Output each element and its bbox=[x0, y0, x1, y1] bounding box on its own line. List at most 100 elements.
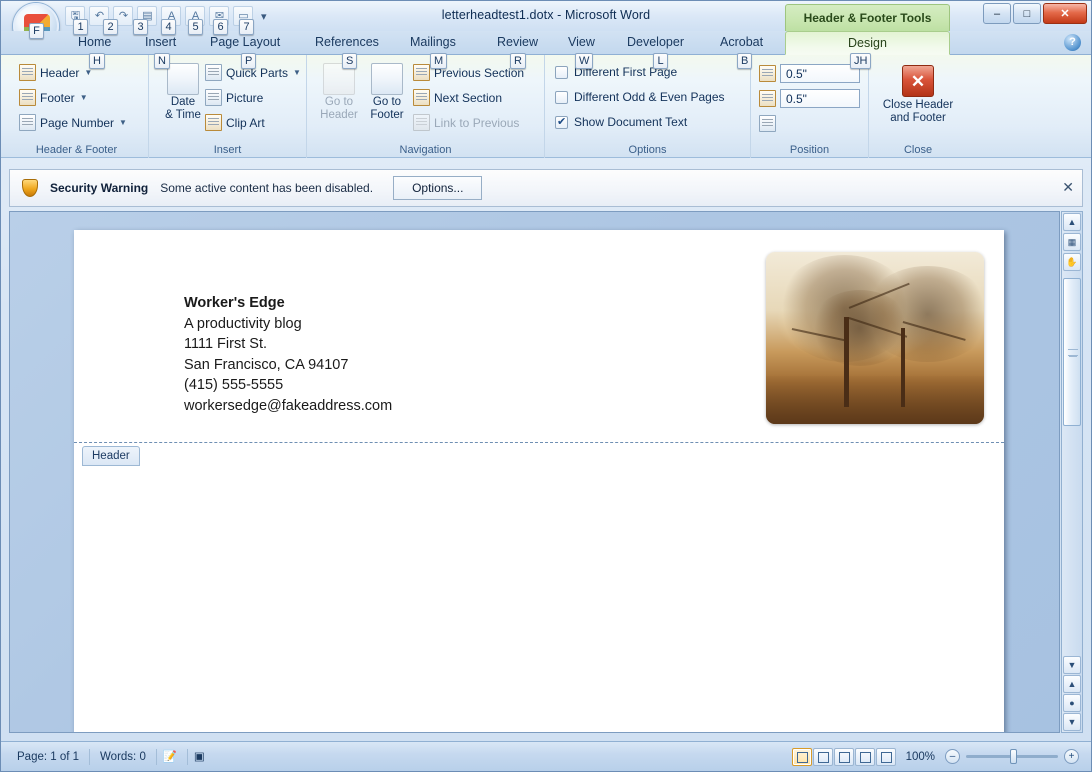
go-to-footer-button[interactable]: Go to Footer bbox=[359, 63, 415, 122]
next-section-button[interactable]: Next Section bbox=[413, 89, 502, 106]
security-warning-bar: Security Warning Some active content has… bbox=[9, 169, 1083, 207]
contextual-tab-title: Header & Footer Tools bbox=[785, 4, 950, 31]
keytip-tab-acrobat: B bbox=[737, 53, 753, 69]
customize-qat-icon[interactable]: ▾ bbox=[261, 10, 267, 23]
scrollbar-thumb[interactable] bbox=[1063, 278, 1081, 426]
zoom-in-button[interactable]: + bbox=[1064, 749, 1079, 764]
checkbox-checked-icon bbox=[555, 115, 568, 129]
tab-mailings[interactable]: Mailings bbox=[401, 31, 465, 55]
ribbon-group-position: 0.5" 0.5" Position bbox=[751, 55, 869, 158]
link-to-previous-label: Link to Previous bbox=[434, 115, 520, 130]
scroll-down-button[interactable]: ▼ bbox=[1063, 656, 1081, 674]
tree-trunk bbox=[844, 317, 850, 407]
zoom-out-button[interactable]: – bbox=[945, 749, 960, 764]
footer-from-bottom-stepper[interactable]: 0.5" bbox=[759, 89, 860, 108]
page-number-button[interactable]: Page Number ▼ bbox=[19, 114, 127, 131]
quick-parts-label: Quick Parts bbox=[226, 65, 289, 80]
keytip-tab-view: W bbox=[575, 53, 594, 69]
tab-references[interactable]: References bbox=[306, 31, 388, 55]
select-browse-object-button[interactable]: ● bbox=[1063, 694, 1081, 712]
footer-icon bbox=[19, 89, 36, 106]
zoom-slider-thumb[interactable] bbox=[1010, 749, 1017, 764]
tab-review[interactable]: Review bbox=[488, 31, 547, 55]
date-and-time-button[interactable]: Date & Time bbox=[155, 63, 211, 122]
chevron-down-icon: ▼ bbox=[119, 118, 127, 127]
footer-from-bottom-icon bbox=[759, 90, 776, 107]
header-button[interactable]: Header ▼ bbox=[19, 64, 92, 81]
header-from-top-stepper[interactable]: 0.5" bbox=[759, 64, 860, 83]
view-outline-button[interactable] bbox=[854, 747, 875, 766]
footer-button-label: Footer bbox=[40, 90, 75, 105]
view-print-layout-button[interactable] bbox=[791, 747, 812, 766]
security-bar-close-icon[interactable]: ✕ bbox=[1062, 179, 1074, 196]
header-from-top-value[interactable]: 0.5" bbox=[780, 64, 860, 83]
maximize-button[interactable]: □ bbox=[1013, 3, 1041, 24]
picture-label: Picture bbox=[226, 90, 264, 105]
clip-art-button[interactable]: Clip Art bbox=[205, 114, 265, 131]
letterhead-line-4: San Francisco, CA 94107 bbox=[184, 356, 349, 373]
tab-view[interactable]: View bbox=[559, 31, 604, 55]
tree-trunk bbox=[901, 327, 906, 407]
keytip-tab-references: S bbox=[342, 53, 358, 69]
status-divider bbox=[186, 748, 188, 765]
page-indicator[interactable]: Page: 1 of 1 bbox=[7, 751, 89, 763]
zoom-control: – + bbox=[945, 749, 1085, 764]
view-buttons bbox=[791, 747, 896, 766]
keytip-qat-4: 4 bbox=[161, 19, 176, 35]
help-icon[interactable]: ? bbox=[1064, 34, 1081, 51]
link-to-previous-button[interactable]: Link to Previous bbox=[413, 114, 519, 131]
word-count[interactable]: Words: 0 bbox=[90, 751, 156, 763]
scrollbar-track[interactable] bbox=[1063, 426, 1081, 674]
keytip-qat-1: 1 bbox=[73, 19, 88, 35]
next-page-button[interactable]: ▼ bbox=[1063, 713, 1081, 731]
letterhead-line-6: workersedge@fakeaddress.com bbox=[184, 397, 393, 414]
hand-icon[interactable]: ✋ bbox=[1063, 253, 1081, 271]
tab-developer[interactable]: Developer bbox=[618, 31, 693, 55]
keytip-tab-developer: L bbox=[653, 53, 668, 69]
different-odd-even-checkbox[interactable]: Different Odd & Even Pages bbox=[555, 90, 725, 104]
group-title-close: Close bbox=[903, 144, 933, 156]
letterhead-line-5: (415) 555-5555 bbox=[184, 377, 284, 393]
minimize-button[interactable]: – bbox=[983, 3, 1011, 24]
go-to-footer-label-1: Go to bbox=[372, 96, 402, 108]
document-page[interactable]: Worker's Edge A productivity blog 1111 F… bbox=[74, 230, 1004, 732]
document-canvas[interactable]: Worker's Edge A productivity blog 1111 F… bbox=[9, 211, 1060, 733]
keytip-qat-2: 2 bbox=[103, 19, 118, 35]
proofing-errors-icon[interactable]: 📝 bbox=[163, 749, 181, 765]
footer-button[interactable]: Footer ▼ bbox=[19, 89, 88, 106]
footer-from-bottom-value[interactable]: 0.5" bbox=[780, 89, 860, 108]
zoom-slider[interactable] bbox=[966, 749, 1058, 764]
macro-record-icon[interactable]: ▣ bbox=[194, 749, 212, 765]
tab-acrobat[interactable]: Acrobat bbox=[711, 31, 772, 55]
picture-button[interactable]: Picture bbox=[205, 89, 263, 106]
word-window: letterheadtest1.dotx - Microsoft Word He… bbox=[0, 0, 1092, 772]
tab-design[interactable]: Design bbox=[785, 31, 950, 55]
group-title-navigation: Navigation bbox=[399, 144, 452, 156]
keytip-tab-mailings: M bbox=[430, 53, 448, 69]
header-boundary-line bbox=[74, 442, 1004, 443]
ribbon-group-close: ✕ Close Header and Footer Close bbox=[869, 55, 967, 158]
insert-alignment-tab-button[interactable] bbox=[759, 115, 776, 132]
ruler-toggle-icon[interactable]: ▦ bbox=[1063, 233, 1081, 251]
tree-photo-image[interactable] bbox=[766, 252, 984, 424]
view-web-layout-button[interactable] bbox=[833, 747, 854, 766]
show-document-text-checkbox[interactable]: Show Document Text bbox=[555, 115, 687, 129]
previous-page-button[interactable]: ▲ bbox=[1063, 675, 1081, 693]
header-button-label: Header bbox=[40, 65, 80, 80]
view-draft-button[interactable] bbox=[875, 747, 896, 766]
security-warning-title: Security Warning bbox=[50, 181, 149, 195]
close-button[interactable]: ✕ bbox=[1043, 3, 1087, 24]
scroll-up-button[interactable]: ▲ bbox=[1063, 213, 1081, 231]
ribbon-group-options: Different First Page Different Odd & Eve… bbox=[545, 55, 751, 158]
keytip-qat-6: 6 bbox=[213, 19, 228, 35]
link-to-previous-icon bbox=[413, 114, 430, 131]
close-header-and-footer-button[interactable]: ✕ Close Header and Footer bbox=[872, 65, 964, 125]
ground-shape bbox=[766, 375, 984, 424]
clip-art-label: Clip Art bbox=[226, 115, 265, 130]
vertical-scrollbar[interactable]: ▲ ▦ ✋ ▼ ▲ ● ▼ bbox=[1061, 211, 1083, 733]
view-full-screen-reading-button[interactable] bbox=[812, 747, 833, 766]
keytip-office-button: F bbox=[29, 23, 44, 39]
zoom-level-label[interactable]: 100% bbox=[896, 751, 945, 763]
security-options-button[interactable]: Options... bbox=[393, 176, 483, 200]
keytip-tab-home: H bbox=[89, 53, 105, 69]
